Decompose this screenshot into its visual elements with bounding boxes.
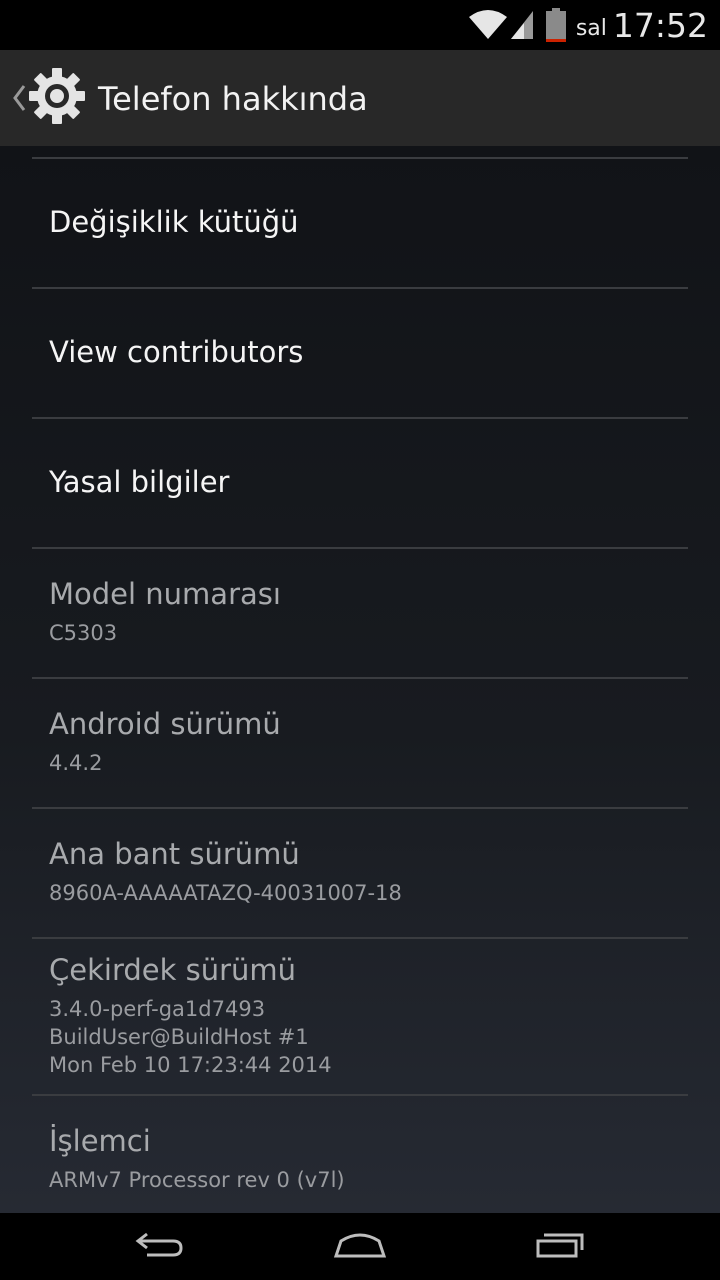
item-summary: ARMv7 Processor rev 0 (v7l) [49, 1168, 345, 1192]
item-title: Android sürümü [49, 707, 281, 741]
item-summary: 8960A-AAAAATAZQ-40031007-18 [49, 881, 402, 905]
back-button[interactable] [100, 1213, 220, 1280]
item-title: Değişiklik kütüğü [49, 205, 299, 239]
status-icons: sal 17:52 [468, 0, 708, 50]
list-item-view-contributors[interactable]: View contributors [0, 289, 720, 417]
page-title: Telefon hakkında [98, 80, 368, 118]
back-icon [135, 1231, 185, 1263]
back-chevron-icon[interactable] [0, 50, 26, 146]
item-title: View contributors [49, 335, 304, 369]
item-summary-line: BuildUser@BuildHost #1 [49, 1025, 309, 1049]
home-icon [333, 1231, 387, 1263]
list-item-model-number: Model numarası C5303 [0, 549, 720, 677]
recents-button[interactable] [500, 1213, 620, 1280]
item-title: Model numarası [49, 577, 281, 611]
list-item-changelog[interactable]: Değişiklik kütüğü [0, 159, 720, 287]
item-title: Çekirdek sürümü [49, 953, 297, 987]
item-summary: 4.4.2 [49, 751, 103, 775]
home-button[interactable] [300, 1213, 420, 1280]
battery-icon [545, 8, 566, 42]
list-item-kernel-version: Çekirdek sürümü 3.4.0-perf-ga1d7493 Buil… [0, 939, 720, 1094]
list-item-baseband-version: Ana bant sürümü 8960A-AAAAATAZQ-40031007… [0, 809, 720, 937]
settings-gear-icon [28, 67, 86, 129]
signal-icon [510, 10, 534, 40]
status-day: sal [575, 15, 607, 41]
navigation-bar [0, 1213, 720, 1280]
item-title: Ana bant sürümü [49, 837, 300, 871]
status-bar: sal 17:52 [0, 0, 720, 50]
wifi-icon [468, 9, 508, 41]
item-summary-line: Mon Feb 10 17:23:44 2014 [49, 1053, 332, 1077]
item-summary: C5303 [49, 621, 118, 645]
list-item-legal-info[interactable]: Yasal bilgiler [0, 419, 720, 547]
recents-icon [535, 1231, 585, 1263]
preference-list[interactable]: Değişiklik kütüğü View contributors Yasa… [0, 146, 720, 1213]
item-title: İşlemci [49, 1124, 151, 1158]
list-item-processor: İşlemci ARMv7 Processor rev 0 (v7l) [0, 1096, 720, 1213]
list-item-android-version[interactable]: Android sürümü 4.4.2 [0, 679, 720, 807]
action-bar[interactable]: Telefon hakkında [0, 50, 720, 146]
item-title: Yasal bilgiler [49, 465, 230, 499]
screen: sal 17:52 Telefon hakkında Değişiklik kü… [0, 0, 720, 1280]
status-clock: 17:52 [612, 5, 708, 45]
item-summary-line: 3.4.0-perf-ga1d7493 [49, 997, 266, 1021]
